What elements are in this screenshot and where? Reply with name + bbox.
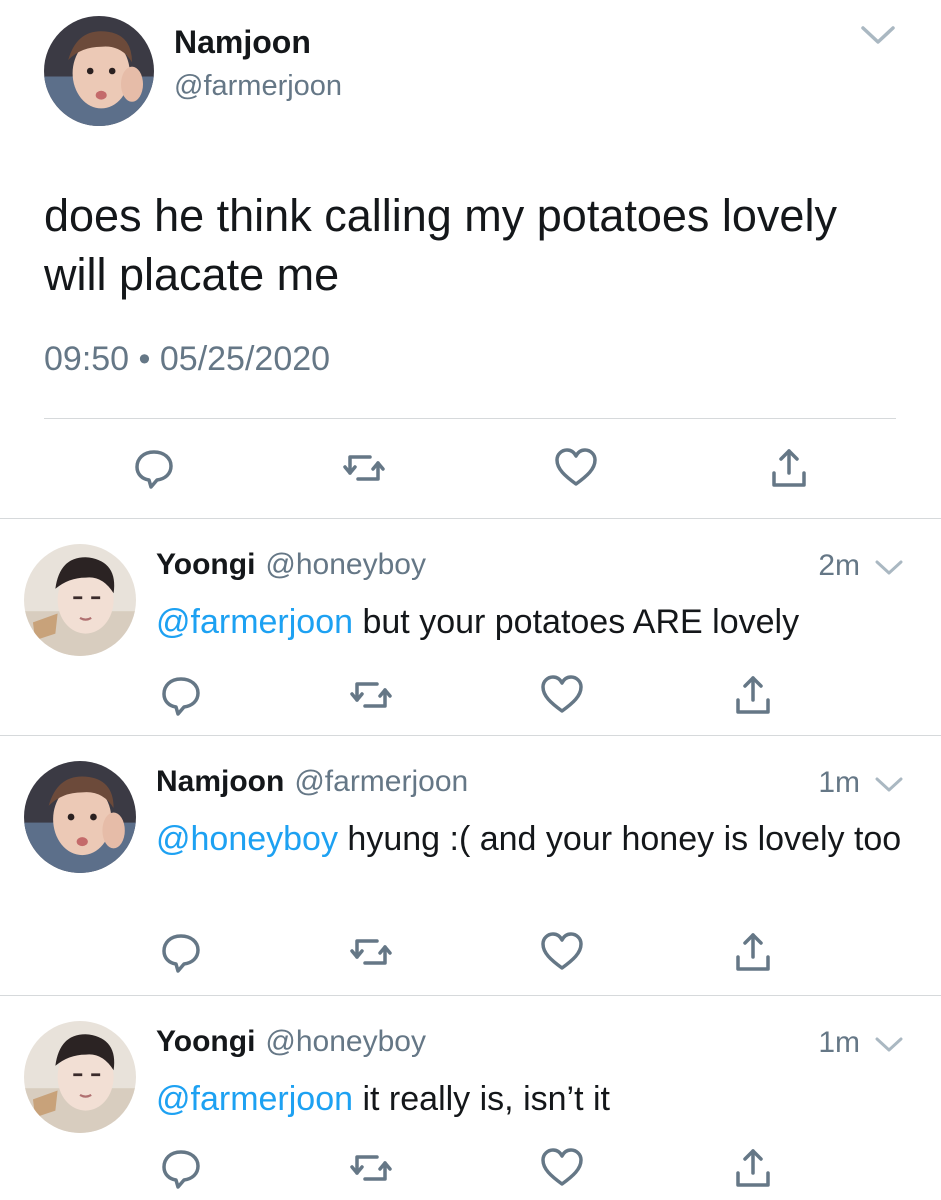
heart-icon[interactable]: [537, 670, 587, 720]
avatar[interactable]: [44, 16, 154, 126]
heart-icon[interactable]: [537, 927, 587, 977]
share-icon[interactable]: [728, 927, 778, 977]
retweet-icon[interactable]: [339, 443, 389, 493]
mention-link[interactable]: @farmerjoon: [156, 603, 353, 641]
tweet-text: @farmerjoon it really is, isn’t it: [156, 1077, 916, 1121]
avatar[interactable]: [24, 761, 136, 873]
tweet-body: it really is, isn’t it: [353, 1080, 610, 1118]
tweet-text: @farmerjoon but your potatoes ARE lovely: [156, 600, 916, 644]
speech-bubble-icon[interactable]: [129, 443, 179, 493]
tweet-time: 2m: [818, 549, 860, 582]
tweet-text: @honeyboy hyung :( and your honey is lov…: [156, 817, 916, 861]
tweet-text: does he think calling my potatoes lovely…: [44, 190, 837, 300]
avatar[interactable]: [24, 1021, 136, 1133]
main-tweet: Namjoon @farmerjoon does he think callin…: [0, 0, 941, 518]
author-handle[interactable]: @farmerjoon: [294, 765, 468, 798]
retweet-icon[interactable]: [346, 1143, 396, 1193]
speech-bubble-icon[interactable]: [156, 670, 206, 720]
author-name[interactable]: Yoongi @honeyboy: [156, 548, 426, 582]
author-name[interactable]: Yoongi @honeyboy: [156, 1025, 426, 1059]
chevron-down-icon[interactable]: [872, 557, 906, 579]
author-name[interactable]: Namjoon @farmerjoon: [156, 765, 468, 799]
reply-tweet: Yoongi @honeyboy 1m @farmerjoon it really…: [0, 995, 941, 1200]
chevron-down-icon[interactable]: [858, 22, 898, 50]
tweet-body: hyung :( and your honey is lovely too: [337, 820, 902, 858]
share-icon[interactable]: [764, 443, 814, 493]
speech-bubble-icon[interactable]: [156, 1143, 206, 1193]
reply-tweet: Yoongi @honeyboy 2m @farmerjoon but your …: [0, 518, 941, 735]
heart-icon[interactable]: [537, 1143, 587, 1193]
mention-link[interactable]: @honeyboy: [156, 820, 338, 858]
share-icon[interactable]: [728, 1143, 778, 1193]
reply-tweet: Namjoon @farmerjoon 1m @honeyboy hyung :(…: [0, 735, 941, 995]
retweet-icon[interactable]: [346, 670, 396, 720]
chevron-down-icon[interactable]: [872, 1034, 906, 1056]
mention-link[interactable]: @farmerjoon: [156, 1080, 353, 1118]
heart-icon[interactable]: [551, 443, 601, 493]
share-icon[interactable]: [728, 670, 778, 720]
tweet-timestamp: 09:50 • 05/25/2020: [44, 340, 331, 378]
author-handle[interactable]: @farmerjoon: [174, 70, 342, 103]
avatar[interactable]: [24, 544, 136, 656]
author-display-name[interactable]: Namjoon: [156, 765, 284, 798]
author-handle[interactable]: @honeyboy: [265, 1025, 426, 1058]
author-name[interactable]: Namjoon: [174, 24, 311, 61]
tweet-time: 1m: [818, 766, 860, 799]
author-display-name[interactable]: Yoongi: [156, 548, 255, 581]
retweet-icon[interactable]: [346, 927, 396, 977]
tweet-body: but your potatoes ARE lovely: [353, 603, 800, 641]
tweet-time: 1m: [818, 1026, 860, 1059]
author-display-name[interactable]: Yoongi: [156, 1025, 255, 1058]
chevron-down-icon[interactable]: [872, 774, 906, 796]
speech-bubble-icon[interactable]: [156, 927, 206, 977]
author-handle[interactable]: @honeyboy: [265, 548, 426, 581]
divider: [44, 418, 896, 419]
